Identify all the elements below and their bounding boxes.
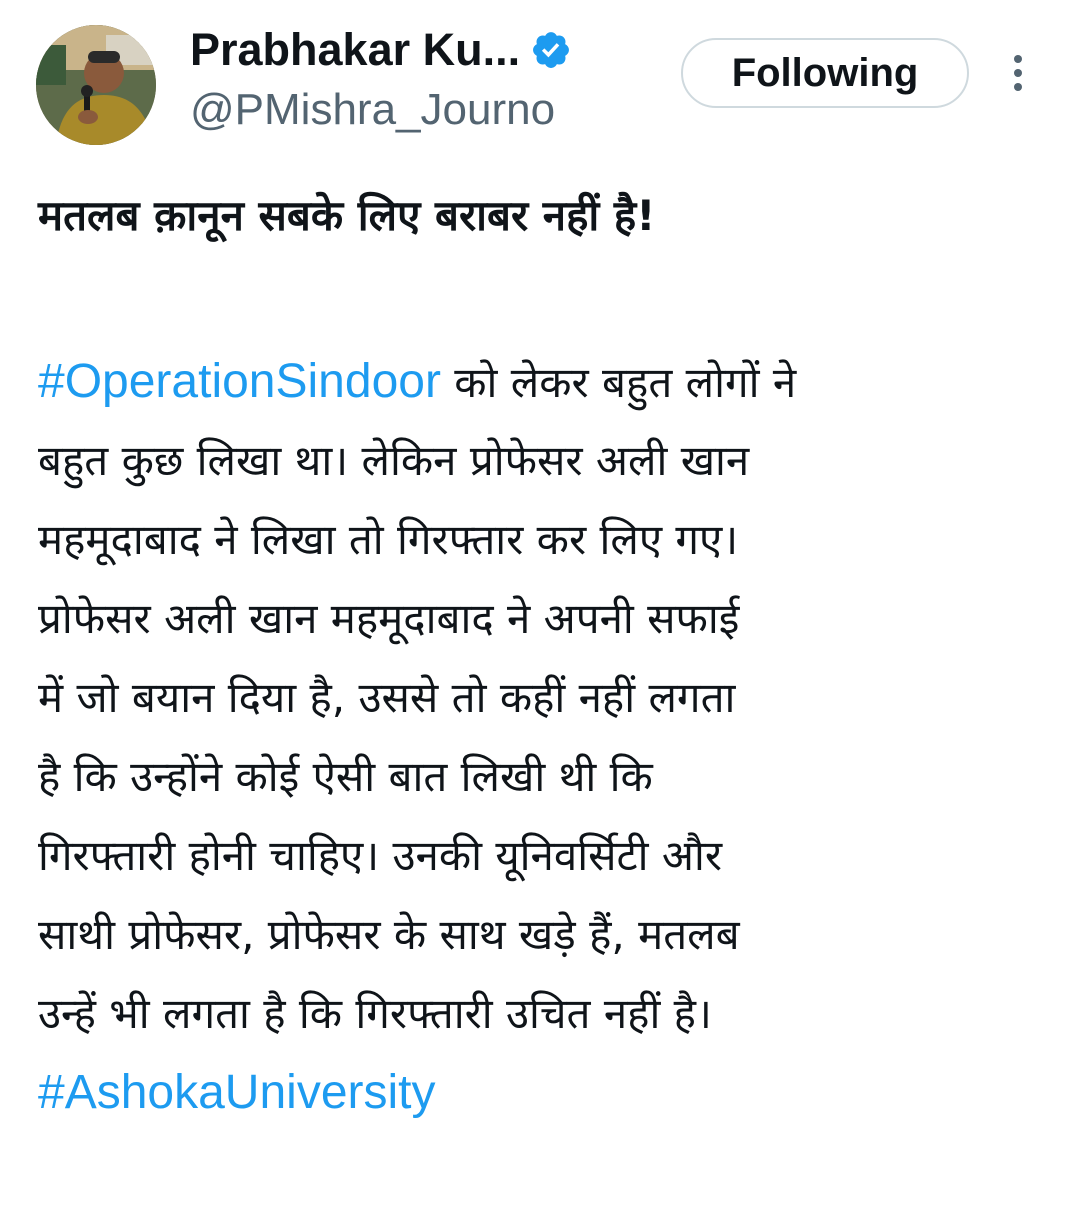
tweet-body: #OperationSindoor को लेकर बहुत लोगों ने …	[38, 342, 1048, 1132]
display-name[interactable]: Prabhakar Ku...	[190, 22, 520, 78]
avatar[interactable]	[36, 25, 156, 145]
tweet-text: मतलब क़ानून सबके लिए बराबर नहीं है! #Ope…	[38, 180, 1048, 1119]
hashtag-link[interactable]: #OperationSindoor	[38, 355, 441, 408]
tweet-line: #AshokaUniversity	[38, 1053, 1048, 1132]
tweet-line-text: को लेकर बहुत लोगों ने	[440, 358, 797, 407]
tweet-line: #OperationSindoor को लेकर बहुत लोगों ने	[38, 342, 1048, 421]
tweet-line: प्रोफेसर अली खान महमूदाबाद ने अपनी सफाई	[38, 594, 740, 643]
tweet-line: महमूदाबाद ने लिखा तो गिरफ्तार कर लिए गए।	[38, 515, 739, 564]
tweet-line: बहुत कुछ लिखा था। लेकिन प्रोफेसर अली खान	[38, 436, 750, 485]
avatar-image	[36, 25, 156, 145]
tweet-line: में जो बयान दिया है, उससे तो कहीं नहीं ल…	[38, 673, 736, 722]
tweet-headline: मतलब क़ानून सबके लिए बराबर नहीं है!	[38, 191, 656, 240]
tweet-line: उन्हें भी लगता है कि गिरफ्तारी उचित नहीं…	[38, 989, 712, 1038]
tweet-line: साथी प्रोफेसर, प्रोफेसर के साथ खड़े हैं,…	[38, 910, 740, 959]
tweet-header: Prabhakar Ku... @PMishra_Journo Followin…	[0, 0, 1079, 160]
more-vertical-icon[interactable]	[1000, 50, 1036, 100]
following-button[interactable]: Following	[681, 38, 969, 108]
hashtag-link[interactable]: #AshokaUniversity	[38, 1066, 436, 1119]
tweet-line: गिरफ्तारी होनी चाहिए। उनकी यूनिवर्सिटी औ…	[38, 831, 723, 880]
user-handle[interactable]: @PMishra_Journo	[190, 82, 555, 138]
name-row: Prabhakar Ku...	[190, 22, 572, 78]
verified-badge-icon	[530, 29, 572, 71]
tweet-line: है कि उन्होंने कोई ऐसी बात लिखी थी कि	[38, 752, 653, 801]
